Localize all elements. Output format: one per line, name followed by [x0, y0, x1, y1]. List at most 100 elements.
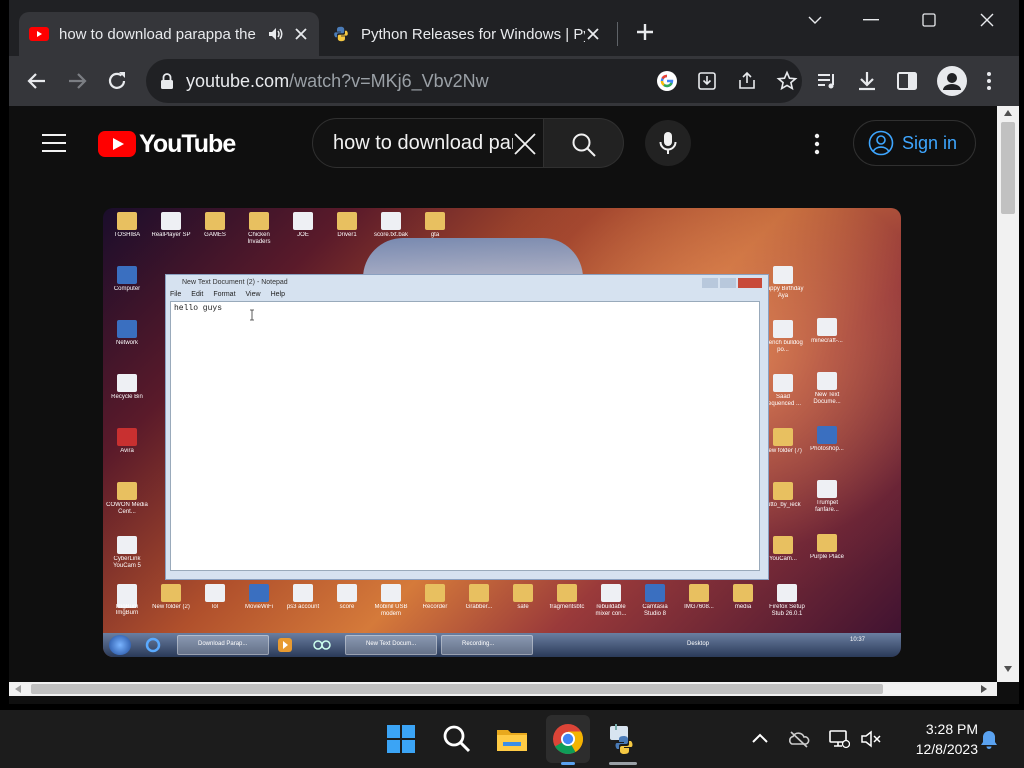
forward-arrow-icon[interactable]: [65, 69, 89, 93]
hamburger-menu-icon[interactable]: [41, 132, 67, 154]
desktop-icon-label: TOSHIBA: [113, 232, 141, 238]
maximize-button[interactable]: [909, 8, 949, 32]
tab-title: Python Releases for Windows | Python.org: [361, 25, 585, 43]
horizontal-scrollbar[interactable]: [9, 682, 997, 696]
desktop-icon-label: CyberLink YouCam 5: [113, 556, 141, 569]
search-icon[interactable]: [440, 722, 474, 756]
desktop-icon: [249, 212, 269, 230]
media-queue-icon[interactable]: [815, 69, 839, 93]
close-tab-icon[interactable]: [585, 26, 601, 42]
desktop-icon: [773, 428, 793, 446]
settings-kebab-icon[interactable]: [811, 132, 823, 156]
scroll-right-icon[interactable]: [981, 685, 987, 693]
desktop-icon: [337, 212, 357, 230]
search-button[interactable]: [544, 118, 624, 168]
onedrive-icon[interactable]: [788, 728, 810, 750]
scroll-down-icon[interactable]: [1004, 666, 1012, 672]
desktop-icon-label: MovieWiFi: [245, 604, 273, 610]
reload-icon[interactable]: [105, 69, 129, 93]
desktop-icon: [381, 584, 401, 602]
youtube-logo[interactable]: YouTube: [98, 130, 236, 158]
share-icon[interactable]: [736, 70, 758, 92]
notepad-menu: File Edit Format View Help: [170, 291, 285, 298]
address-bar[interactable]: youtube.com/watch?v=MKj6_Vbv2Nw: [146, 59, 802, 103]
desktop-icon-label: rebuildable mixer con...: [595, 604, 627, 617]
speaker-icon[interactable]: [267, 25, 285, 43]
desktop-icon: [117, 320, 137, 338]
vertical-scrollbar[interactable]: [997, 106, 1019, 682]
voice-search-button[interactable]: [645, 120, 691, 166]
file-explorer-icon[interactable]: [495, 722, 529, 756]
back-arrow-icon[interactable]: [25, 69, 49, 93]
youtube-play-icon: [98, 131, 136, 157]
vertical-scroll-thumb[interactable]: [1001, 122, 1015, 214]
close-tab-icon[interactable]: [293, 26, 309, 42]
desktop-icon-label: score.txt.bak: [373, 232, 408, 238]
google-lens-icon[interactable]: [656, 70, 678, 92]
video-player[interactable]: TOSHIBA RealPlayer SP GAMES Chicken Invader…: [103, 208, 901, 657]
bookmark-star-icon[interactable]: [776, 70, 798, 92]
desktop-icon: [117, 266, 137, 284]
desktop-icon: [117, 428, 137, 446]
tab-python-releases[interactable]: Python Releases for Windows | Python.org: [321, 12, 611, 56]
desktop-icon-label: Trumpet fanfare...: [815, 500, 839, 513]
horizontal-scroll-thumb[interactable]: [31, 684, 883, 694]
network-icon[interactable]: [828, 728, 850, 750]
new-tab-icon[interactable]: [633, 20, 657, 44]
system-clock[interactable]: 3:28 PM 12/8/2023: [896, 719, 978, 759]
clear-search-icon[interactable]: [513, 132, 537, 156]
close-icon: [980, 13, 994, 27]
python-running-indicator: [609, 762, 637, 765]
desktop-icon-label: fragmentsbtc: [549, 604, 585, 610]
notepad-text: hello guys: [174, 304, 223, 313]
desktop-icon-label: Computer: [113, 286, 141, 292]
windows-start-icon[interactable]: [384, 722, 418, 756]
sign-in-button[interactable]: Sign in: [853, 120, 976, 166]
desktop-icon-label: New folder (2): [152, 604, 190, 610]
tab-search-button[interactable]: [795, 8, 835, 32]
desktop-icon-label: JOE: [297, 232, 309, 238]
volume-muted-icon[interactable]: [860, 728, 882, 750]
tab-youtube[interactable]: how to download parappa the rapper on pc: [19, 12, 319, 56]
side-panel-icon[interactable]: [895, 69, 919, 93]
profile-avatar[interactable]: [937, 66, 967, 96]
show-hidden-icons-chevron-icon[interactable]: [749, 728, 771, 750]
scroll-up-icon[interactable]: [1004, 110, 1012, 116]
desktop-icon-label: ps3 account: [286, 604, 320, 610]
notepad-window-controls: [702, 278, 762, 288]
person-icon: [943, 73, 961, 90]
desktop-icon-label: RealPlayer SP: [151, 232, 191, 238]
search-input[interactable]: how to download parappa the rapper on pc: [312, 118, 544, 168]
notepad-window: New Text Document (2) - Notepad File Edit…: [165, 274, 769, 580]
python-favicon-icon: [334, 26, 348, 42]
desktop-icon-label: safe: [517, 604, 529, 610]
desktop-icon: [773, 374, 793, 392]
desktop-icon: [161, 212, 181, 230]
desktop-icon: [557, 584, 577, 602]
notification-bell-icon[interactable]: [978, 728, 1000, 750]
close-window-button[interactable]: [967, 8, 1007, 32]
desktop-icon: [773, 482, 793, 500]
desktop-icon-label: score: [339, 604, 355, 610]
minimize-button[interactable]: [851, 8, 891, 32]
desktop-icon: [817, 534, 837, 552]
desktop-icon: [817, 480, 837, 498]
desktop-icon-label: Chicken Invaders: [247, 232, 271, 245]
text-cursor-icon: [250, 309, 254, 321]
search-icon: [572, 133, 596, 157]
download-icon[interactable]: [855, 69, 879, 93]
lock-icon[interactable]: [160, 73, 174, 89]
desktop-icon: [425, 212, 445, 230]
desktop-icon-label: COWON Media Cent...: [106, 502, 148, 515]
chrome-icon[interactable]: [551, 722, 585, 756]
desktop-icon-label: Firefox Setup Stub 26.0.1: [769, 604, 805, 617]
desktop-icon: [513, 584, 533, 602]
windows-taskbar: 3:28 PM 12/8/2023: [0, 710, 1024, 768]
scroll-left-icon[interactable]: [15, 685, 21, 693]
install-app-icon[interactable]: [696, 70, 718, 92]
loop-icon: [313, 640, 331, 650]
python-app-icon[interactable]: [606, 722, 640, 756]
windows-start-orb-icon: [109, 635, 131, 655]
menu-kebab-icon[interactable]: [977, 69, 1001, 93]
desktop-icon: [817, 426, 837, 444]
